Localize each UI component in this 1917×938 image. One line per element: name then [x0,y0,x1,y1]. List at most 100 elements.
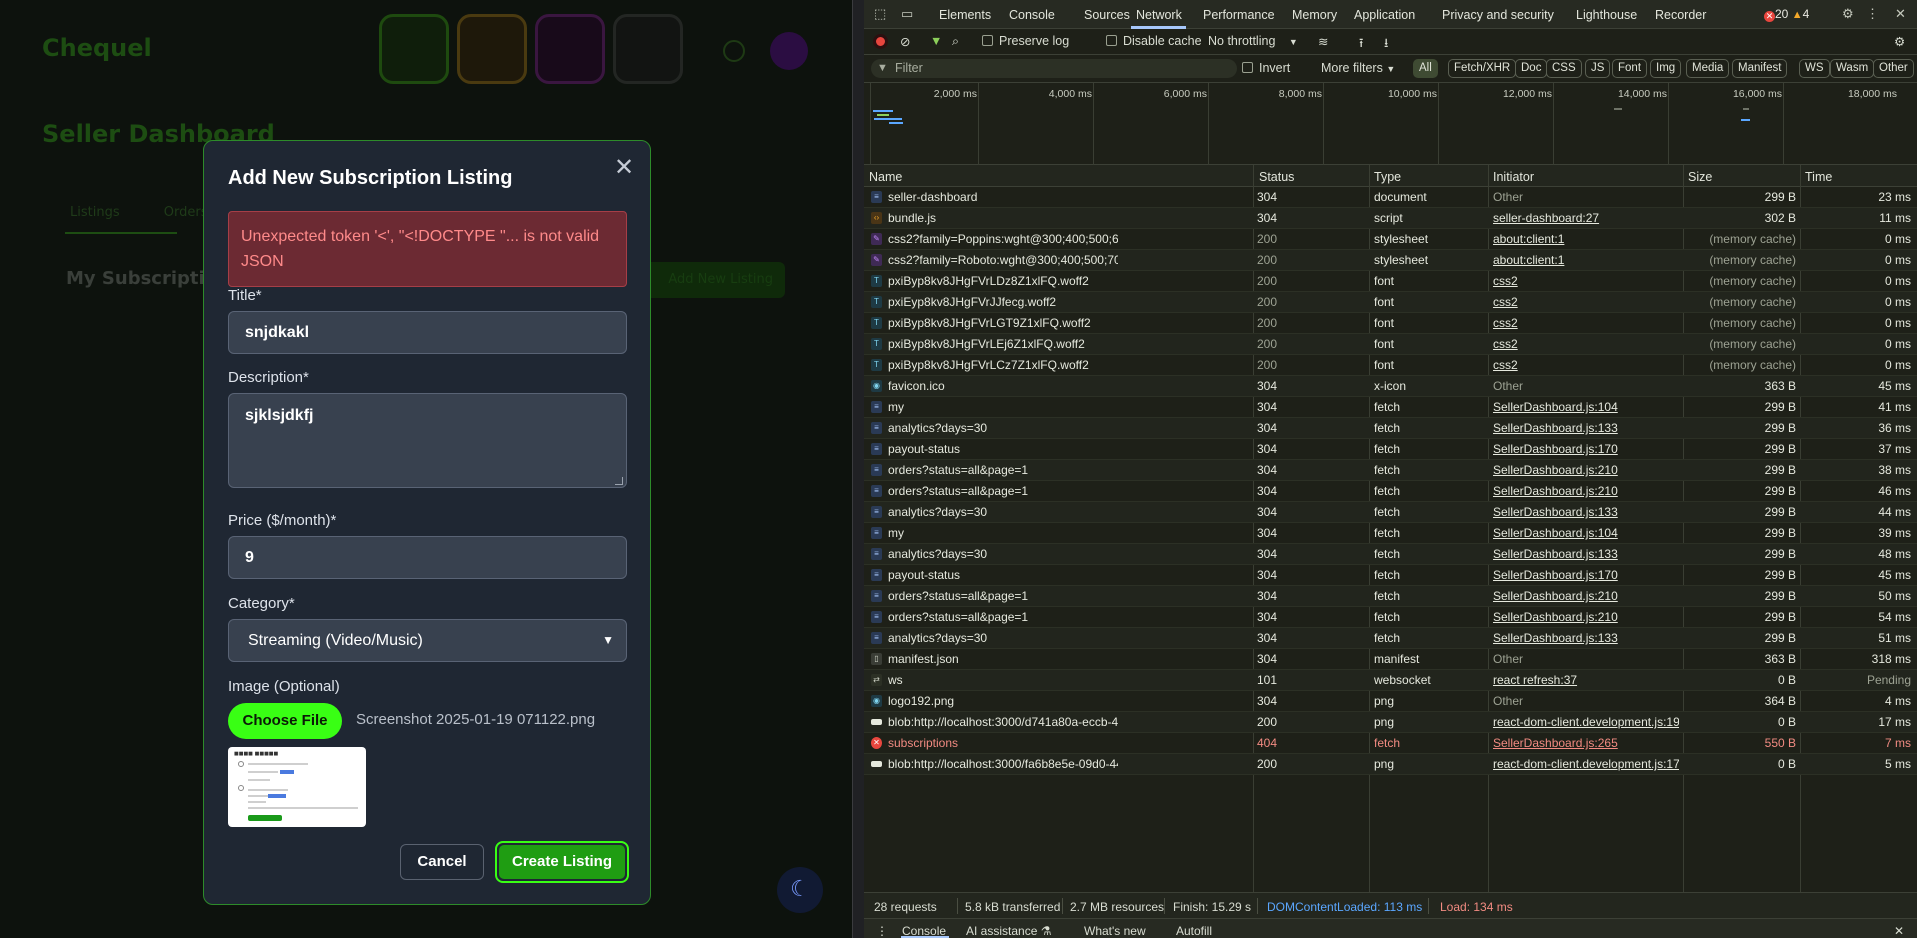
request-initiator[interactable]: css2 [1493,316,1679,330]
col-status[interactable]: Status [1259,170,1294,184]
network-settings-gear-icon[interactable]: ⚙ [1894,34,1905,49]
request-initiator[interactable]: SellerDashboard.js:170 [1493,568,1679,582]
avatar[interactable] [770,32,808,70]
chip-media[interactable]: Media [1686,59,1730,78]
request-initiator[interactable]: SellerDashboard.js:104 [1493,400,1679,414]
chip-css[interactable]: CSS [1546,59,1582,78]
more-options-icon[interactable]: ⋮ [1866,6,1879,22]
drawer-menu-icon[interactable]: ⋮ [876,924,888,938]
tab-privacy-security[interactable]: Privacy and security [1442,8,1554,22]
nav-tile-1[interactable] [379,14,449,84]
tab-memory[interactable]: Memory [1292,8,1337,22]
import-har-icon[interactable]: ⭱ [1359,34,1363,55]
table-row[interactable]: ▯ manifest.json 304 manifest Other 363 B 318 m… [864,649,1917,670]
devtools-splitter[interactable] [852,0,864,938]
chip-doc[interactable]: Doc [1515,59,1548,78]
preserve-log-checkbox[interactable]: Preserve log [982,34,1069,48]
request-initiator[interactable]: SellerDashboard.js:210 [1493,610,1679,624]
export-har-icon[interactable]: ⭳ [1384,34,1388,55]
invert-checkbox[interactable]: Invert [1242,61,1290,75]
table-row[interactable]: blob:http://localhost:3000/d741a80a-eccb… [864,712,1917,733]
table-row[interactable]: ✎ css2?family=Poppins:wght@300;400;500;60… [864,229,1917,250]
request-initiator[interactable]: react-dom-client.development.js:19 [1493,715,1679,729]
resize-handle-icon[interactable] [615,477,623,485]
drawer-tab-autofill[interactable]: Autofill [1176,924,1212,938]
request-initiator[interactable]: SellerDashboard.js:210 [1493,463,1679,477]
table-row[interactable]: TpxiByp8kv8JHgFVrLDz8Z1xlFQ.woff2 200 font… [864,271,1917,292]
request-initiator[interactable]: css2 [1493,358,1679,372]
tab-application[interactable]: Application [1354,8,1415,22]
request-initiator[interactable]: SellerDashboard.js:265 [1493,736,1679,750]
table-row[interactable]: TpxiEyp8kv8JHgFVrJJfecg.woff2 200 font css2… [864,292,1917,313]
table-row[interactable]: ≡ analytics?days=30 304 fetch SellerDashboar… [864,418,1917,439]
settings-gear-icon[interactable]: ⚙ [1842,6,1854,22]
table-row[interactable]: ≡ orders?status=all&page=1 304 fetch SellerD… [864,607,1917,628]
table-row[interactable]: TpxiByp8kv8JHgFVrLGT9Z1xlFQ.woff2 200 font… [864,313,1917,334]
request-initiator[interactable]: react refresh:37 [1493,673,1679,687]
category-select[interactable]: Streaming (Video/Music) ▼ [228,619,627,662]
tab-sources[interactable]: Sources [1084,8,1130,22]
table-row[interactable]: ‹› bundle.js 304 script seller-dashboard:27 3… [864,208,1917,229]
clear-icon[interactable]: ⊘ [900,34,910,49]
chip-font[interactable]: Font [1612,59,1648,78]
issues-counter[interactable]: ✕ 20 ▲4 [1764,7,1809,22]
request-initiator[interactable]: SellerDashboard.js:133 [1493,421,1679,435]
tab-lighthouse[interactable]: Lighthouse [1576,8,1637,22]
inspect-element-icon[interactable]: ⬚ [874,6,886,22]
nav-tile-4[interactable] [613,14,683,84]
request-initiator[interactable]: css2 [1493,274,1679,288]
chip-ws[interactable]: WS [1799,59,1830,78]
table-row[interactable]: ◉ logo192.png 304 png Other 364 B 4 ms [864,691,1917,712]
table-row[interactable]: ⇄ ws 101 websocket react refresh:37 0 B Pendin… [864,670,1917,691]
chip-all[interactable]: All [1413,59,1438,78]
col-initiator[interactable]: Initiator [1493,170,1534,184]
tab-recorder[interactable]: Recorder [1655,8,1706,22]
price-input[interactable]: 9 [228,536,627,579]
chip-wasm[interactable]: Wasm [1830,59,1875,78]
create-listing-button[interactable]: Create Listing [495,841,629,883]
table-row[interactable]: TpxiByp8kv8JHgFVrLEj6Z1xlFQ.woff2 200 font… [864,334,1917,355]
table-row[interactable]: ✎ css2?family=Roboto:wght@300;400;500;700… [864,250,1917,271]
table-row[interactable]: ≡ my 304 fetch SellerDashboard.js:104 299 B 41… [864,397,1917,418]
request-initiator[interactable]: react-dom-client.development.js:17 [1493,757,1679,771]
table-row[interactable]: ≡ seller-dashboard 304 document Other 299 B 23… [864,187,1917,208]
col-time[interactable]: Time [1805,170,1832,184]
notification-icon[interactable] [723,40,745,62]
close-drawer-icon[interactable]: ✕ [1894,924,1904,938]
network-conditions-icon[interactable]: ≋ [1318,34,1328,49]
chip-fetch-xhr[interactable]: Fetch/XHR [1448,59,1517,78]
request-initiator[interactable]: SellerDashboard.js:133 [1493,631,1679,645]
request-initiator[interactable]: SellerDashboard.js:210 [1493,589,1679,603]
close-devtools-icon[interactable]: ✕ [1895,6,1906,22]
drawer-tab-ai-assistance[interactable]: AI assistance ⚗ [966,924,1051,938]
tab-orders[interactable]: Orders [164,205,208,220]
request-initiator[interactable]: SellerDashboard.js:133 [1493,505,1679,519]
tab-performance[interactable]: Performance [1203,8,1275,22]
table-row[interactable]: ≡ payout-status 304 fetch SellerDashboard.js… [864,565,1917,586]
disable-cache-checkbox[interactable]: Disable cache [1106,34,1202,48]
network-timeline-overview[interactable]: 2,000 ms 4,000 ms 6,000 ms 8,000 ms 10,0… [864,83,1917,165]
tab-elements[interactable]: Elements [939,8,991,22]
request-initiator[interactable]: Other [1493,652,1679,666]
filter-input[interactable]: Filter [871,59,1237,78]
chip-manifest[interactable]: Manifest [1732,59,1788,78]
request-initiator[interactable]: SellerDashboard.js:104 [1493,526,1679,540]
request-initiator[interactable]: Other [1493,190,1679,204]
filter-funnel-icon[interactable]: ▼ [930,34,942,48]
table-row[interactable]: ≡ orders?status=all&page=1 304 fetch SellerD… [864,586,1917,607]
chip-other[interactable]: Other [1873,59,1914,78]
col-name[interactable]: Name [869,170,902,184]
brand-logo[interactable]: Chequel [42,34,152,62]
table-row[interactable]: blob:http://localhost:3000/fa6b8e5e-09d0… [864,754,1917,775]
table-row[interactable]: ◉ favicon.ico 304 x-icon Other 363 B 45 ms [864,376,1917,397]
table-row[interactable]: ✕ subscriptions 404 fetch SellerDashboard.js… [864,733,1917,754]
table-row[interactable]: TpxiByp8kv8JHgFVrLCz7Z1xlFQ.woff2 200 font… [864,355,1917,376]
search-icon[interactable]: ⌕ [952,34,959,49]
tab-console[interactable]: Console [1009,8,1055,22]
table-row[interactable]: ≡ analytics?days=30 304 fetch SellerDashboar… [864,502,1917,523]
request-initiator[interactable]: about:client:1 [1493,253,1679,267]
table-row[interactable]: ≡ analytics?days=30 304 fetch SellerDashboar… [864,544,1917,565]
request-initiator[interactable]: about:client:1 [1493,232,1679,246]
request-initiator[interactable]: seller-dashboard:27 [1493,211,1679,225]
request-initiator[interactable]: SellerDashboard.js:133 [1493,547,1679,561]
